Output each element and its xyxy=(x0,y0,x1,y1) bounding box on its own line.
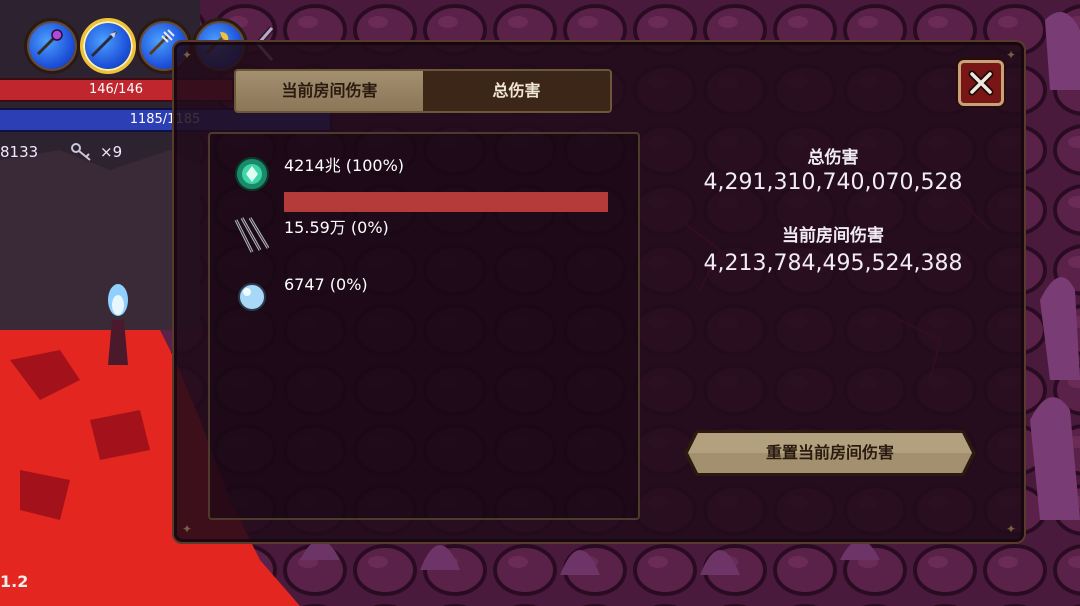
green-gem-icon xyxy=(235,157,269,191)
key-icon xyxy=(71,143,91,161)
weapon-slot-2[interactable] xyxy=(80,18,136,74)
damage-bar xyxy=(284,254,608,274)
staff-icon xyxy=(36,29,63,56)
damage-tabs: 当前房间伤害 总伤害 xyxy=(234,69,612,113)
corner-ornament: ✦ xyxy=(182,522,193,536)
reset-room-damage-button[interactable]: 重置当前房间伤害 xyxy=(682,428,978,478)
weapon-slot-1[interactable] xyxy=(24,18,80,74)
damage-text: 15.59万 (0%) xyxy=(284,218,389,237)
damage-bar-fill xyxy=(284,192,608,212)
damage-row: 6747 (0%) xyxy=(210,275,638,325)
version-label: 1.2 xyxy=(0,572,29,591)
damage-bar xyxy=(284,192,608,212)
tab-current-room-damage[interactable]: 当前房间伤害 xyxy=(236,71,423,111)
damage-text: 4214兆 (100%) xyxy=(284,156,405,175)
corner-ornament: ✦ xyxy=(182,48,193,62)
reset-button-label: 重置当前房间伤害 xyxy=(765,443,894,462)
tab-total-damage[interactable]: 总伤害 xyxy=(423,71,610,111)
total-damage-label: 总伤害 xyxy=(807,148,859,168)
damage-list: 4214兆 (100%) 15.59万 (0%) 6747 (0%) xyxy=(208,132,640,520)
corner-ornament: ✦ xyxy=(1005,522,1016,536)
room-damage-label: 当前房间伤害 xyxy=(782,226,884,246)
close-icon xyxy=(968,70,994,96)
corner-ornament: ✦ xyxy=(1005,48,1016,62)
pearl-icon xyxy=(238,283,266,311)
spikes-icon xyxy=(234,217,270,253)
key-count: ×9 xyxy=(100,143,123,161)
damage-bar xyxy=(284,315,608,335)
close-button[interactable] xyxy=(958,60,1004,106)
damage-text: 6747 (0%) xyxy=(284,275,368,294)
gold-count: 8133 xyxy=(0,143,39,161)
damage-row: 15.59万 (0%) xyxy=(210,214,638,264)
spear-icon xyxy=(90,30,118,58)
room-damage-value: 4,213,784,495,524,388 xyxy=(703,251,963,276)
damage-row: 4214兆 (100%) xyxy=(210,152,638,212)
total-damage-value: 4,291,310,740,070,528 xyxy=(703,170,963,195)
